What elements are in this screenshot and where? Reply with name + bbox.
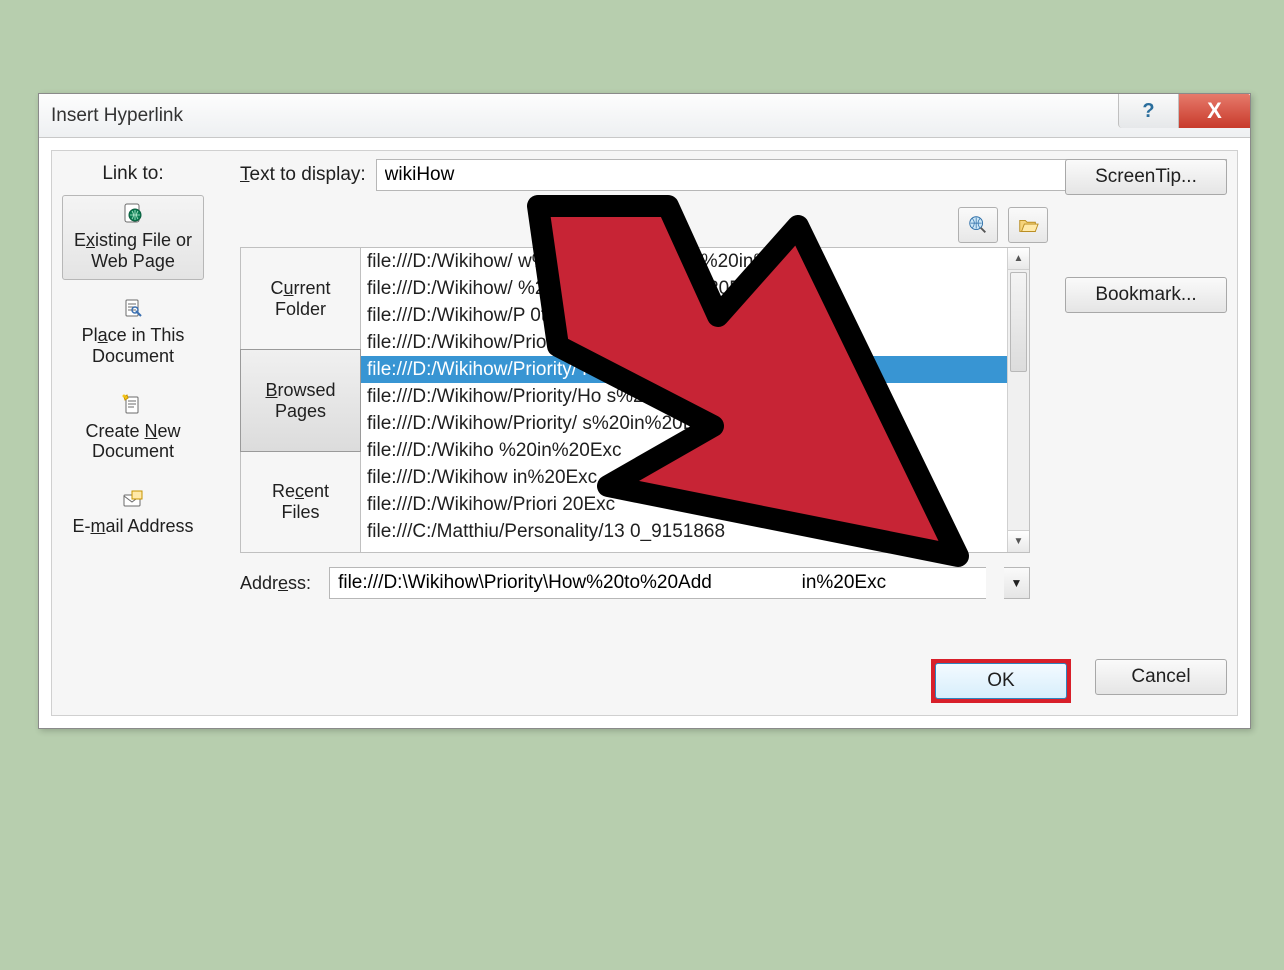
address-label: Address: xyxy=(240,573,311,594)
list-item[interactable]: file:///D:/Wikihow/Priority/ nks%20in%20… xyxy=(361,356,1029,383)
browse-area: CurrentFolder BrowsedPages RecentFiles f… xyxy=(240,247,1030,553)
address-row: Address: ▼ xyxy=(240,567,1030,599)
main-panel: Text to display: CurrentFolder BrowsedPa… xyxy=(214,151,1237,715)
link-to-label-text: E-mail Address xyxy=(72,516,193,536)
bottom-buttons: OK Cancel xyxy=(931,659,1227,703)
dialog-title: Insert Hyperlink xyxy=(51,105,183,127)
list-item[interactable]: file:///D:/Wikihow in%20Exc xyxy=(361,464,1029,491)
text-to-display-label: Text to display: xyxy=(240,164,366,186)
globe-page-icon xyxy=(121,202,145,226)
cancel-button[interactable]: Cancel xyxy=(1095,659,1227,695)
link-to-email-address[interactable]: E-mail Address xyxy=(62,481,204,546)
side-buttons: ScreenTip... Bookmark... xyxy=(1065,159,1227,313)
scroll-up-arrow-icon[interactable]: ▲ xyxy=(1008,248,1029,270)
link-to-panel: Link to: Existing File or Web Page Place… xyxy=(52,151,214,715)
address-dropdown-button[interactable]: ▼ xyxy=(1004,567,1030,599)
list-item[interactable]: file:///D:/Wikihow/P 0to% 0Links%20in%20… xyxy=(361,302,1029,329)
browse-file-button[interactable] xyxy=(1008,207,1048,243)
folder-open-icon xyxy=(1017,214,1039,236)
list-item[interactable]: file:///D:/Wikiho %20in%20Exc xyxy=(361,437,1029,464)
folder-tabs: CurrentFolder BrowsedPages RecentFiles xyxy=(241,248,361,552)
bookmark-button[interactable]: Bookmark... xyxy=(1065,277,1227,313)
tab-current-folder[interactable]: CurrentFolder xyxy=(241,248,360,350)
link-to-label: Link to: xyxy=(102,163,163,185)
browse-web-button[interactable] xyxy=(958,207,998,243)
list-item[interactable]: file:///D:/Wikihow/Prio Links%20in%20Exc xyxy=(361,329,1029,356)
doc-place-icon xyxy=(121,297,145,321)
email-icon xyxy=(121,488,145,512)
list-item[interactable]: file:///D:/Wikihow/Priority/ s%20in%20Ex… xyxy=(361,410,1029,437)
link-to-create-new-document[interactable]: Create New Document xyxy=(62,386,204,471)
file-list[interactable]: file:///D:/Wikihow/ w%20to%2 %20Links%20… xyxy=(361,248,1029,552)
link-to-label-text: Existing File or Web Page xyxy=(74,230,192,271)
help-button[interactable]: ? xyxy=(1118,94,1178,128)
link-to-place-in-document[interactable]: Place in This Document xyxy=(62,290,204,375)
list-item[interactable]: file:///D:/Wikihow/ %20to% Links%20in%20… xyxy=(361,275,1029,302)
link-to-label-text: Place in This Document xyxy=(82,325,185,366)
insert-hyperlink-dialog: Insert Hyperlink ? X Link to: Existing F… xyxy=(38,93,1251,729)
list-item[interactable]: file:///D:/Wikihow/Priori 20Exc xyxy=(361,491,1029,518)
ok-button[interactable]: OK xyxy=(935,663,1067,699)
close-button[interactable]: X xyxy=(1178,94,1250,128)
window-controls: ? X xyxy=(1118,94,1250,128)
new-doc-icon xyxy=(121,393,145,417)
tab-recent-files[interactable]: RecentFiles xyxy=(241,451,360,552)
screen-tip-button[interactable]: ScreenTip... xyxy=(1065,159,1227,195)
link-to-label-text: Create New Document xyxy=(85,421,180,462)
list-item[interactable]: file:///D:/Wikihow/Priority/Ho s%20in%20… xyxy=(361,383,1029,410)
browse-icons xyxy=(958,207,1048,243)
scroll-down-arrow-icon[interactable]: ▼ xyxy=(1008,530,1029,552)
scroll-thumb[interactable] xyxy=(1010,272,1027,372)
link-to-existing-file-web[interactable]: Existing File or Web Page xyxy=(62,195,204,280)
dialog-body: Link to: Existing File or Web Page Place… xyxy=(51,150,1238,716)
web-search-icon xyxy=(967,214,989,236)
address-input[interactable] xyxy=(329,567,986,599)
file-list-scrollbar[interactable]: ▲ ▼ xyxy=(1007,248,1029,552)
tab-browsed-pages[interactable]: BrowsedPages xyxy=(240,349,361,452)
list-item[interactable]: file:///C:/Matthiu/Personality/13 0_9151… xyxy=(361,518,1029,545)
ok-highlight: OK xyxy=(931,659,1071,703)
list-item[interactable]: file:///D:/Wikihow/ w%20to%2 %20Links%20… xyxy=(361,248,1029,275)
titlebar: Insert Hyperlink ? X xyxy=(39,94,1250,138)
